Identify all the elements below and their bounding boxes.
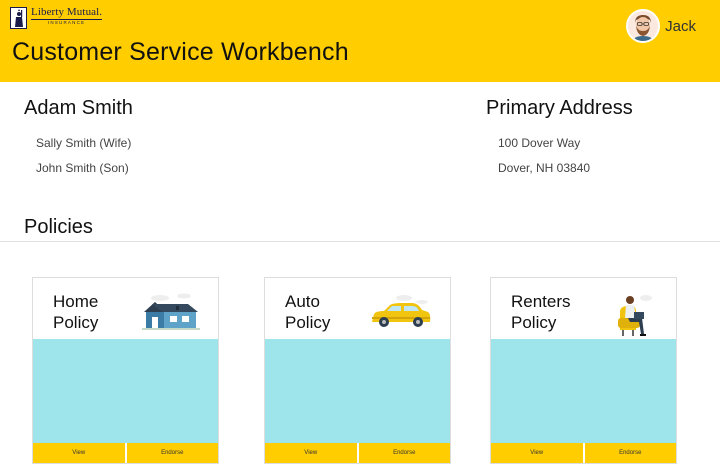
view-button[interactable]: View [33, 443, 125, 463]
endorse-button[interactable]: Endorse [124, 443, 219, 463]
person-in-chair-icon [618, 295, 652, 336]
user-name: Jack [665, 17, 696, 35]
policy-card-title: Auto Policy [285, 291, 375, 333]
house-icon [142, 293, 200, 330]
policy-card-title: Renters Policy [511, 291, 601, 333]
policies-heading: Policies [24, 216, 93, 238]
app-header: Liberty Mutual. INSURANCE Customer Servi… [0, 0, 720, 82]
car-icon [372, 295, 431, 327]
logo-subtitle: INSURANCE [31, 19, 103, 26]
policy-card-body [33, 339, 218, 443]
policy-card-actions: View Endorse [33, 443, 218, 463]
page-title: Customer Service Workbench [12, 38, 349, 66]
address-heading: Primary Address [486, 97, 633, 119]
policy-title-line: Policy [285, 313, 331, 332]
policy-card-body [491, 339, 676, 443]
view-button[interactable]: View [491, 443, 583, 463]
policy-card-auto[interactable]: Auto Policy View Endorse [264, 277, 451, 464]
policy-title-line: Home [53, 292, 99, 311]
view-button[interactable]: View [265, 443, 357, 463]
avatar[interactable] [626, 9, 661, 43]
policy-title-line: Auto [285, 292, 320, 311]
policy-card-actions: View Endorse [491, 443, 676, 463]
customer-name: Adam Smith [24, 97, 133, 119]
policy-card-renters[interactable]: Renters Policy View Endorse [490, 277, 677, 464]
policy-card-actions: View Endorse [265, 443, 450, 463]
logo-name: Liberty Mutual. [31, 6, 103, 18]
address-line-1: 100 Dover Way [498, 136, 581, 150]
liberty-mutual-logo[interactable]: Liberty Mutual. INSURANCE [10, 6, 103, 29]
policy-title-line: Policy [53, 313, 99, 332]
section-divider [0, 241, 720, 242]
family-member: Sally Smith (Wife) [36, 136, 132, 150]
endorse-button[interactable]: Endorse [356, 443, 451, 463]
user-avatar-icon [628, 11, 659, 41]
family-member: John Smith (Son) [36, 161, 129, 175]
policy-card-home[interactable]: Home Policy View Endorse [32, 277, 219, 464]
policy-title-line: Policy [511, 313, 557, 332]
user-menu[interactable]: Jack [626, 9, 696, 43]
endorse-button[interactable]: Endorse [582, 443, 677, 463]
address-line-2: Dover, NH 03840 [498, 161, 591, 175]
policy-title-line: Renters [511, 292, 571, 311]
primary-address: 100 Dover Way Dover, NH 03840 [498, 131, 590, 181]
policy-card-body [265, 339, 450, 443]
family-members: Sally Smith (Wife) John Smith (Son) [36, 131, 131, 181]
policy-card-title: Home Policy [53, 291, 143, 333]
statue-of-liberty-icon [10, 7, 27, 29]
